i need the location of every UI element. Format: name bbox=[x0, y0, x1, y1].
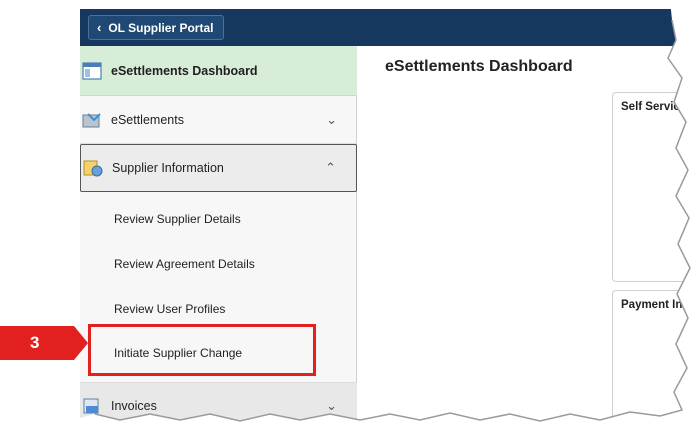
sidebar-item-supplier-information[interactable]: Supplier Information ⌃ bbox=[80, 144, 357, 192]
chevron-left-icon: ‹ bbox=[97, 20, 102, 35]
sidebar-item-invoices[interactable]: Invoices ⌄ bbox=[80, 382, 357, 429]
highlight-initiate-supplier-change bbox=[88, 324, 316, 376]
chevron-up-icon: ⌃ bbox=[325, 160, 336, 175]
sidebar-item-label: Invoices bbox=[111, 399, 157, 413]
chevron-down-icon: ⌄ bbox=[326, 111, 337, 127]
step-callout: 3 bbox=[0, 326, 88, 360]
esettlements-icon bbox=[82, 112, 101, 127]
tile-payment-information[interactable]: Payment In bbox=[612, 290, 697, 429]
dashboard-icon bbox=[82, 61, 102, 80]
sidebar-item-esettlements-dashboard[interactable]: eSettlements Dashboard bbox=[80, 46, 357, 96]
tile-title: Payment In bbox=[621, 299, 683, 311]
portal-header: ‹ OL Supplier Portal bbox=[80, 9, 697, 46]
supplier-information-icon bbox=[83, 160, 103, 177]
sidebar-subitem-review-user-profiles[interactable]: Review User Profiles bbox=[114, 302, 225, 316]
page-title: eSettlements Dashboard bbox=[385, 58, 573, 75]
back-button-label: OL Supplier Portal bbox=[108, 20, 214, 35]
invoices-icon bbox=[83, 398, 99, 414]
sidebar-subitem-review-agreement-details[interactable]: Review Agreement Details bbox=[114, 257, 255, 271]
sidebar-item-label: eSettlements bbox=[111, 112, 184, 127]
tile-title: Self Servic bbox=[621, 101, 680, 113]
back-to-portal-button[interactable]: ‹ OL Supplier Portal bbox=[88, 15, 225, 40]
step-number: 3 bbox=[30, 333, 40, 352]
sidebar-item-label: eSettlements Dashboard bbox=[111, 63, 258, 78]
tile-self-service[interactable]: Self Servic bbox=[612, 92, 697, 282]
main-content: eSettlements Dashboard Self Servic Payme… bbox=[357, 46, 697, 429]
sidebar-subitem-review-supplier-details[interactable]: Review Supplier Details bbox=[114, 212, 241, 226]
chevron-down-icon: ⌄ bbox=[326, 398, 337, 413]
sidebar-item-label: Supplier Information bbox=[112, 161, 224, 175]
sidebar-item-esettlements[interactable]: eSettlements ⌄ bbox=[80, 96, 357, 144]
